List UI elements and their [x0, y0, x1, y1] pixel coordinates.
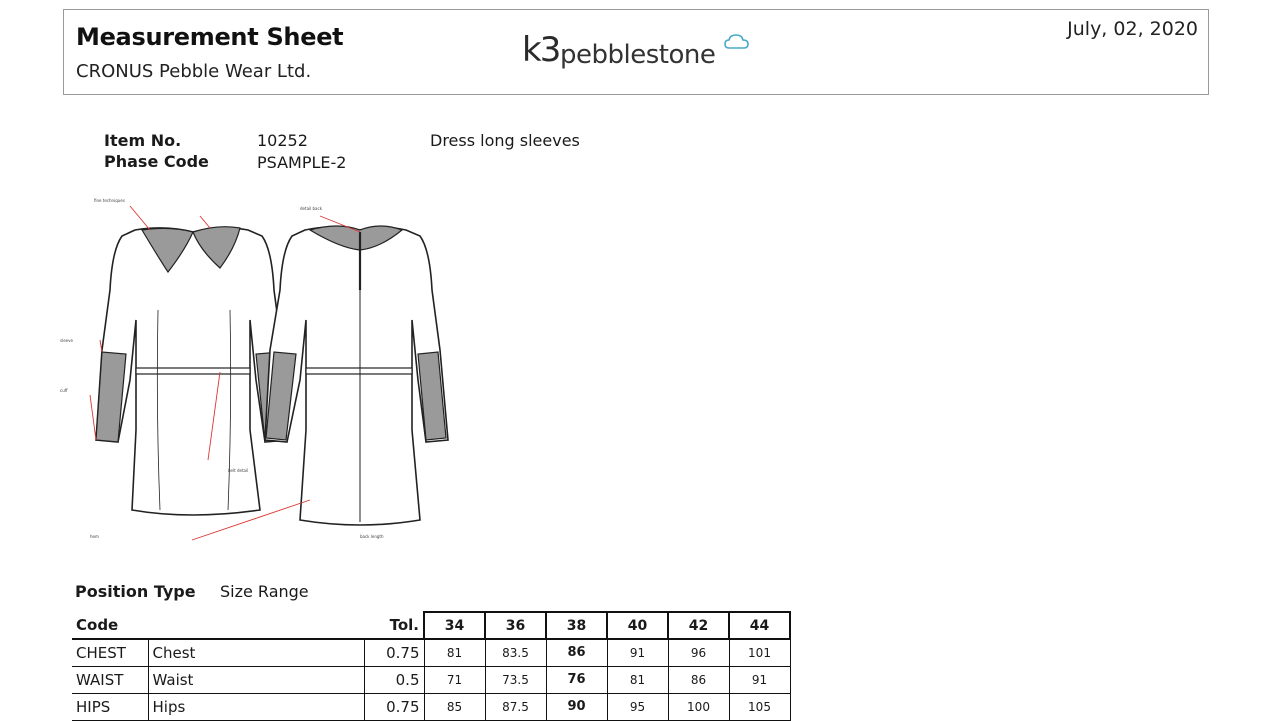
size-value: 86	[667, 665, 730, 694]
size-header: 36	[484, 611, 547, 640]
row-tolerance: 0.75	[364, 693, 424, 721]
table-row: CHEST Chest 0.75 81 83.5 86 91 96 101	[72, 638, 791, 667]
tol-column-header: Tol.	[364, 612, 424, 640]
size-value: 83.5	[484, 638, 547, 667]
table-row: HIPS Hips 0.75 85 87.5 90 95 100 105	[72, 692, 791, 721]
row-code: HIPS	[72, 693, 149, 721]
cloud-icon	[724, 34, 749, 49]
row-tolerance: 0.75	[364, 639, 424, 667]
table-row: WAIST Waist 0.5 71 73.5 76 81 86 91	[72, 665, 791, 694]
size-header: 38	[545, 611, 608, 640]
size-header: 42	[667, 611, 730, 640]
row-code: CHEST	[72, 639, 149, 667]
size-value: 100	[667, 692, 730, 721]
item-description: Dress long sleeves	[430, 131, 580, 150]
item-no-value: 10252	[257, 131, 308, 150]
size-value: 101	[728, 638, 791, 667]
svg-text:sleeve: sleeve	[60, 338, 73, 343]
size-value: 73.5	[484, 665, 547, 694]
size-header: 34	[423, 611, 486, 640]
size-value: 95	[606, 692, 669, 721]
base-size-value: 90	[545, 692, 608, 721]
phase-code-label: Phase Code	[104, 152, 209, 171]
size-header: 40	[606, 611, 669, 640]
report-header: Measurement Sheet CRONUS Pebble Wear Ltd…	[63, 9, 1209, 95]
size-value: 71	[423, 665, 486, 694]
table-header-row: Code Tol. 34 36 38 40 42 44	[72, 611, 791, 640]
report-date: July, 02, 2020	[1067, 18, 1198, 40]
size-value: 91	[606, 638, 669, 667]
row-name: Waist	[148, 666, 365, 694]
size-value: 81	[423, 638, 486, 667]
size-value: 87.5	[484, 692, 547, 721]
item-no-label: Item No.	[104, 131, 182, 150]
size-value: 96	[667, 638, 730, 667]
base-size-value: 76	[545, 665, 608, 694]
row-name: Hips	[148, 693, 365, 721]
svg-text:cuff: cuff	[60, 388, 68, 393]
row-code: WAIST	[72, 666, 149, 694]
svg-text:back length: back length	[360, 534, 384, 539]
position-type-label: Position Type	[75, 582, 196, 601]
document-title: Measurement Sheet	[76, 23, 344, 51]
svg-text:belt detail: belt detail	[228, 468, 248, 473]
position-type-value: Size Range	[220, 582, 309, 601]
size-value: 81	[606, 665, 669, 694]
code-column-header: Code	[72, 612, 148, 640]
name-column-header	[148, 612, 364, 640]
svg-text:hem: hem	[90, 534, 99, 539]
size-header: 44	[728, 611, 791, 640]
measurement-table: Code Tol. 34 36 38 40 42 44 CHEST Chest …	[72, 611, 791, 721]
company-name: CRONUS Pebble Wear Ltd.	[76, 61, 312, 82]
size-value: 105	[728, 692, 791, 721]
dress-sketch-image: fine techniques detail back sleeve cuff …	[60, 198, 449, 541]
row-tolerance: 0.5	[364, 666, 424, 694]
row-name: Chest	[148, 639, 365, 667]
size-value: 91	[728, 665, 791, 694]
base-size-value: 86	[545, 638, 608, 667]
phase-code-value: PSAMPLE-2	[257, 153, 347, 172]
svg-text:detail back: detail back	[300, 206, 323, 211]
size-value: 85	[423, 692, 486, 721]
svg-text:fine techniques: fine techniques	[94, 198, 125, 203]
